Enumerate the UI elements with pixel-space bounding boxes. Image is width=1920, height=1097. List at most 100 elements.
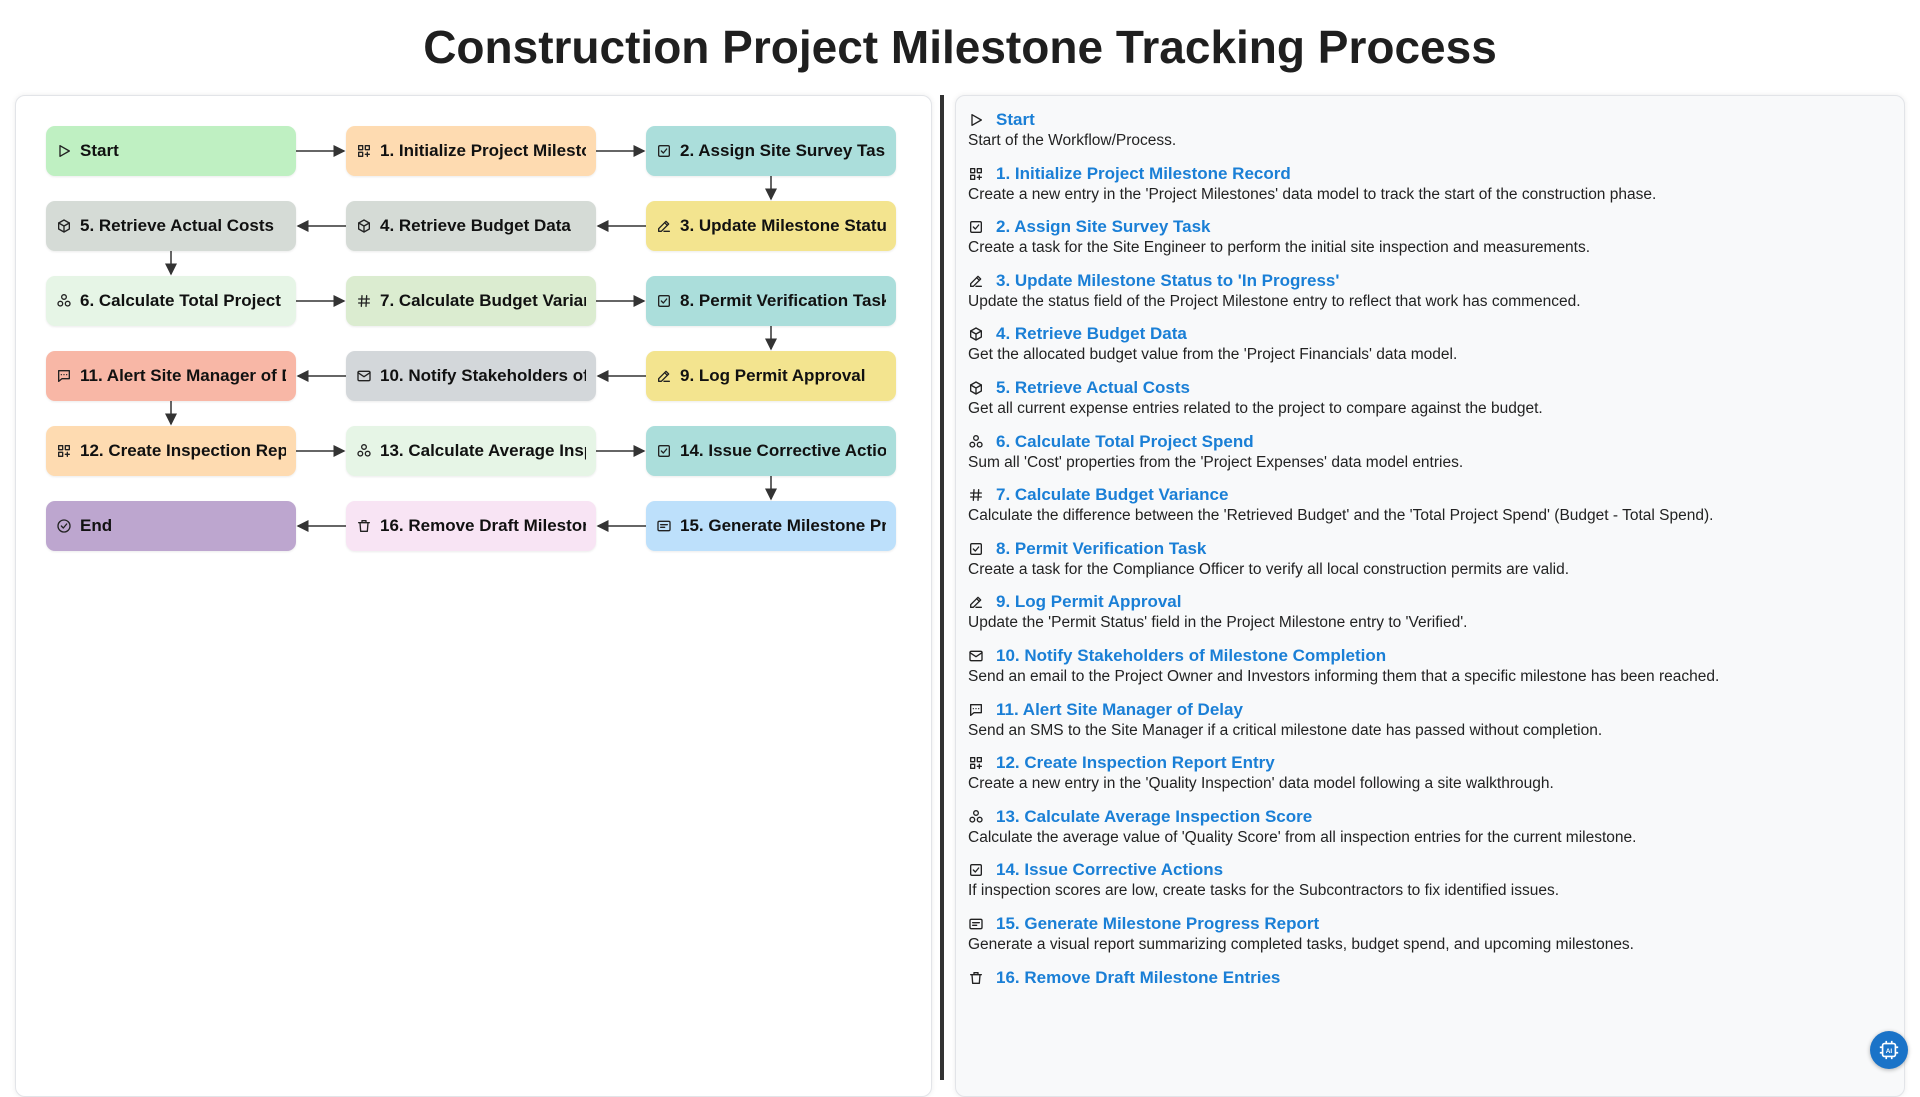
flow-node[interactable]: 3. Update Milestone Status to 'In Progre…	[646, 201, 896, 251]
flow-node-label: 13. Calculate Average Inspection Score	[380, 441, 586, 460]
step-title-link[interactable]: 3. Update Milestone Status to 'In Progre…	[996, 271, 1339, 291]
step-title-link[interactable]: 16. Remove Draft Milestone Entries	[996, 968, 1280, 988]
step-entry: 4. Retrieve Budget Data Get the allocated…	[968, 318, 1904, 372]
step-description: Create a task for the Site Engineer to p…	[968, 239, 1591, 257]
step-entry-header: 9. Log Permit Approval	[968, 592, 1904, 612]
cluster-icon	[356, 443, 372, 459]
assistant-button[interactable]: AI	[1870, 1031, 1908, 1069]
flow-node[interactable]: 5. Retrieve Actual Costs	[46, 201, 296, 251]
step-entry-header: 2. Assign Site Survey Task	[968, 217, 1904, 237]
step-title-link[interactable]: 6. Calculate Total Project Spend	[996, 432, 1254, 452]
flow-node[interactable]: 1. Initialize Project Milestone Record	[346, 126, 596, 176]
cube-icon	[968, 326, 984, 342]
report-icon	[968, 916, 984, 932]
flow-node[interactable]: 11. Alert Site Manager of Delay	[46, 351, 296, 401]
flow-node-label: 5. Retrieve Actual Costs	[80, 216, 274, 235]
step-description: Update the 'Permit Status' field in the …	[968, 614, 1468, 632]
hash-icon	[968, 487, 984, 503]
grid-plus-icon	[968, 755, 984, 771]
flow-node[interactable]: 14. Issue Corrective Actions	[646, 426, 896, 476]
step-title-link[interactable]: 13. Calculate Average Inspection Score	[996, 807, 1312, 827]
step-title-link[interactable]: 9. Log Permit Approval	[996, 592, 1181, 612]
step-title-link[interactable]: 14. Issue Corrective Actions	[996, 860, 1223, 880]
step-title-link[interactable]: 8. Permit Verification Task	[996, 539, 1206, 559]
step-title-link[interactable]: 7. Calculate Budget Variance	[996, 485, 1228, 505]
flow-node[interactable]: 10. Notify Stakeholders of Milestone Com…	[346, 351, 596, 401]
step-title-link[interactable]: Start	[996, 110, 1035, 130]
flow-node[interactable]: 12. Create Inspection Report Entry	[46, 426, 296, 476]
message-icon	[968, 702, 984, 718]
cluster-icon	[56, 293, 72, 309]
panel-splitter[interactable]	[940, 95, 944, 1080]
flowchart-panel: Start 1. Initialize Project Milestone Rec…	[15, 95, 932, 1097]
step-entry: 3. Update Milestone Status to 'In Progre…	[968, 265, 1904, 319]
flow-node[interactable]: 2. Assign Site Survey Task	[646, 126, 896, 176]
step-entry-header: 14. Issue Corrective Actions	[968, 860, 1904, 880]
step-entry: 7. Calculate Budget Variance Calculate th…	[968, 479, 1904, 533]
step-entry: 10. Notify Stakeholders of Milestone Com…	[968, 640, 1904, 694]
step-title-link[interactable]: 2. Assign Site Survey Task	[996, 217, 1210, 237]
flow-node[interactable]: 9. Log Permit Approval	[646, 351, 896, 401]
step-entry-header: 12. Create Inspection Report Entry	[968, 753, 1904, 773]
step-title-link[interactable]: 4. Retrieve Budget Data	[996, 324, 1187, 344]
step-entry-header: 8. Permit Verification Task	[968, 539, 1904, 559]
flow-node[interactable]: 8. Permit Verification Task	[646, 276, 896, 326]
step-description: If inspection scores are low, create tas…	[968, 882, 1560, 900]
step-entry: 13. Calculate Average Inspection Score Ca…	[968, 801, 1904, 855]
flow-node-label: 10. Notify Stakeholders of Milestone Com…	[380, 366, 586, 385]
cluster-icon	[968, 434, 984, 450]
flow-node[interactable]: 6. Calculate Total Project Spend	[46, 276, 296, 326]
svg-text:AI: AI	[1886, 1048, 1893, 1055]
flow-node-label: 9. Log Permit Approval	[680, 366, 866, 385]
flow-node[interactable]: 4. Retrieve Budget Data	[346, 201, 596, 251]
step-entry: 11. Alert Site Manager of Delay Send an S…	[968, 694, 1904, 748]
step-description: Send an email to the Project Owner and I…	[968, 667, 1720, 685]
flow-node-label: 3. Update Milestone Status to 'In Progre…	[680, 216, 886, 235]
checkbox-icon	[968, 862, 984, 878]
checkbox-icon	[656, 293, 672, 309]
step-title-link[interactable]: 1. Initialize Project Milestone Record	[996, 164, 1291, 184]
mail-icon	[356, 368, 372, 384]
steps-list: Start Start of the Workflow/Process. 1. In…	[956, 96, 1904, 1015]
flow-node[interactable]: 7. Calculate Budget Variance	[346, 276, 596, 326]
step-title-link[interactable]: 12. Create Inspection Report Entry	[996, 753, 1275, 773]
step-entry-header: 11. Alert Site Manager of Delay	[968, 700, 1904, 720]
grid-plus-icon	[356, 143, 372, 159]
checkbox-icon	[656, 443, 672, 459]
cube-icon	[56, 218, 72, 234]
flow-node[interactable]: 16. Remove Draft Milestone Entries	[346, 501, 596, 551]
flow-node-label: 11. Alert Site Manager of Delay	[80, 366, 286, 385]
step-entry: 12. Create Inspection Report Entry Create…	[968, 747, 1904, 801]
step-entry-header: 1. Initialize Project Milestone Record	[968, 164, 1904, 184]
flow-node[interactable]: 13. Calculate Average Inspection Score	[346, 426, 596, 476]
step-title-link[interactable]: 11. Alert Site Manager of Delay	[996, 700, 1243, 720]
step-entry-header: 3. Update Milestone Status to 'In Progre…	[968, 271, 1904, 291]
step-entry-header: Start	[968, 110, 1904, 130]
mail-icon	[968, 648, 984, 664]
flow-node-label: 16. Remove Draft Milestone Entries	[380, 516, 586, 535]
flow-node-label: 15. Generate Milestone Progress Report	[680, 516, 886, 535]
step-title-link[interactable]: 15. Generate Milestone Progress Report	[996, 914, 1319, 934]
checkbox-icon	[968, 219, 984, 235]
flow-node-label: 2. Assign Site Survey Task	[680, 141, 886, 160]
step-title-link[interactable]: 5. Retrieve Actual Costs	[996, 378, 1190, 398]
edit-icon	[968, 594, 984, 610]
step-description: Create a task for the Compliance Officer…	[968, 560, 1570, 578]
step-entry-header: 15. Generate Milestone Progress Report	[968, 914, 1904, 934]
flow-node[interactable]: 15. Generate Milestone Progress Report	[646, 501, 896, 551]
step-description: Calculate the average value of 'Quality …	[968, 828, 1637, 846]
step-entry-header: 4. Retrieve Budget Data	[968, 324, 1904, 344]
flow-node-label: Start	[80, 141, 119, 160]
flow-node[interactable]: Start	[46, 126, 296, 176]
flow-node[interactable]: End	[46, 501, 296, 551]
flow-node-label: 1. Initialize Project Milestone Record	[380, 141, 586, 160]
flow-node-label: 6. Calculate Total Project Spend	[80, 291, 286, 310]
flow-node-label: 14. Issue Corrective Actions	[680, 441, 886, 460]
step-entry-header: 13. Calculate Average Inspection Score	[968, 807, 1904, 827]
step-description: Start of the Workflow/Process.	[968, 132, 1177, 149]
edit-icon	[656, 368, 672, 384]
step-title-link[interactable]: 10. Notify Stakeholders of Milestone Com…	[996, 646, 1386, 666]
step-entry-header: 16. Remove Draft Milestone Entries	[968, 968, 1904, 988]
message-icon	[56, 368, 72, 384]
cube-icon	[356, 218, 372, 234]
